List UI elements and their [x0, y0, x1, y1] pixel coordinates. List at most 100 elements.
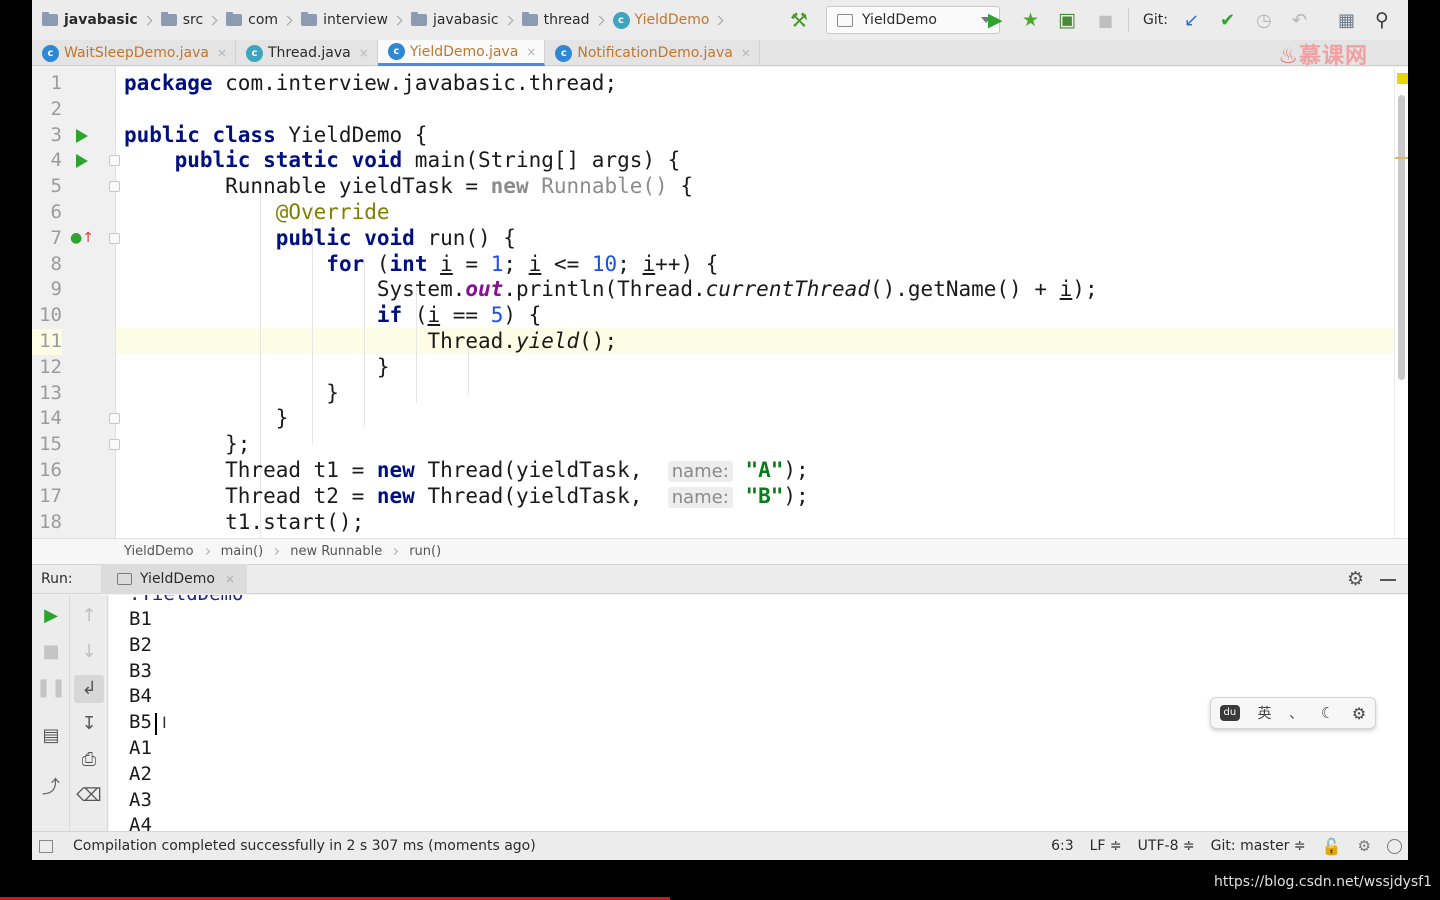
inspection-status-icon[interactable]: [1397, 73, 1408, 84]
crumb-src[interactable]: src: [160, 0, 203, 40]
line-separator-select[interactable]: LF ≑: [1090, 838, 1122, 854]
run-gutter-icon[interactable]: [76, 123, 88, 143]
lock-icon[interactable]: 🔓: [1322, 837, 1342, 856]
run-config-label: YieldDemo: [862, 12, 937, 28]
class-icon: c: [387, 43, 405, 60]
fold-icon[interactable]: [109, 155, 120, 166]
tab-waitsleepdemo[interactable]: c WaitSleepDemo.java ×: [32, 40, 236, 66]
search-icon[interactable]: ⚲: [1375, 0, 1389, 40]
chevron-right-icon: [392, 15, 403, 25]
breadcrumb-item[interactable]: run(): [409, 544, 441, 559]
code-line: Thread t2 = new Thread(yieldTask, name: …: [124, 483, 809, 508]
debug-icon[interactable]: ★: [1022, 0, 1039, 40]
gear-icon[interactable]: ⚙: [1352, 704, 1366, 723]
line-number: 4: [50, 149, 62, 172]
tab-yielddemo[interactable]: c YieldDemo.java ×: [377, 40, 546, 66]
tab-notificationdemo[interactable]: c NotificationDemo.java ×: [545, 40, 760, 66]
code-line: Thread t1 = new Thread(yieldTask, name: …: [124, 458, 809, 482]
soft-wrap-icon[interactable]: ↲: [74, 675, 104, 703]
run-configuration-select[interactable]: YieldDemo: [826, 6, 1000, 34]
code-line: System.out.println(Thread.currentThread(…: [124, 277, 1098, 302]
coverage-icon[interactable]: ▣: [1058, 0, 1076, 40]
class-icon: c: [555, 44, 573, 62]
line-number: 17: [39, 484, 62, 507]
status-bar: Compilation completed successfully in 2 …: [32, 831, 1408, 860]
pin-icon[interactable]: ⤴: [32, 773, 70, 799]
run-icon[interactable]: ▶: [988, 0, 1003, 40]
history-icon[interactable]: ◷: [1256, 0, 1272, 40]
code-line: public static void main(String[] args) {: [174, 148, 681, 173]
warning-marker[interactable]: [1395, 157, 1408, 159]
run-tab-yielddemo[interactable]: YieldDemo ×: [101, 564, 247, 594]
stop-icon[interactable]: ■: [32, 641, 70, 662]
git-update-icon[interactable]: ↙: [1184, 0, 1199, 40]
console-line: B1: [129, 608, 152, 630]
crumb-com[interactable]: com: [226, 0, 278, 40]
close-icon[interactable]: ×: [225, 572, 235, 586]
scroll-to-end-icon[interactable]: ↧: [70, 713, 108, 734]
git-commit-icon[interactable]: ✔: [1220, 0, 1235, 40]
close-icon[interactable]: ×: [359, 46, 369, 60]
notifications-icon[interactable]: [1387, 838, 1402, 854]
close-icon[interactable]: ×: [741, 46, 751, 60]
breadcrumb-item[interactable]: new Runnable: [290, 544, 382, 559]
tab-thread[interactable]: c Thread.java ×: [236, 40, 378, 66]
ime-logo-icon[interactable]: du: [1219, 705, 1240, 721]
code-breadcrumb: YieldDemo main() new Runnable run(): [32, 538, 1408, 564]
code-line: }: [124, 380, 339, 405]
ime-mode-toggle[interactable]: 英: [1257, 703, 1271, 723]
restore-layout-icon[interactable]: ▤: [32, 725, 70, 746]
crumb-project[interactable]: javabasic: [42, 0, 138, 40]
inspector-icon[interactable]: ⚙: [1358, 837, 1371, 855]
project-structure-icon[interactable]: ▦: [1338, 0, 1355, 40]
crumb-thread[interactable]: thread: [521, 0, 590, 40]
folder-icon: [410, 12, 427, 26]
arrow-down-icon[interactable]: ↓: [70, 641, 108, 662]
rerun-icon[interactable]: ▶: [32, 605, 70, 626]
navigation-bar: javabasic src com interview javabasic th…: [32, 0, 1408, 40]
pause-icon[interactable]: ❚❚: [32, 677, 70, 698]
breadcrumb-item[interactable]: YieldDemo: [124, 544, 194, 559]
editor-scrollbar[interactable]: [1394, 67, 1408, 538]
hammer-icon[interactable]: ⚒: [790, 0, 808, 40]
fold-icon[interactable]: [109, 439, 120, 450]
moon-icon[interactable]: ☾: [1321, 704, 1334, 722]
console-toolbar: ↑ ↓ ↲ ↧ ⎙ ⌫: [70, 595, 108, 831]
caret-position[interactable]: 6:3: [1051, 838, 1074, 854]
console-line: B4: [129, 685, 152, 708]
console-line: A2: [129, 762, 152, 785]
code-line: public void run() {: [275, 225, 516, 250]
code-line: };: [124, 432, 251, 457]
breadcrumb-item[interactable]: main(): [221, 544, 264, 559]
git-branch-select[interactable]: Git: master ≑: [1211, 838, 1306, 854]
code-editor[interactable]: 1 2 3 4 5 6 7 8 9 10 11 12 13 14 15 16 1…: [32, 67, 1408, 538]
run-gutter-icon[interactable]: [76, 148, 88, 169]
crumb-yielddemo[interactable]: c YieldDemo: [612, 0, 709, 40]
stop-icon[interactable]: ■: [1098, 0, 1113, 40]
close-icon[interactable]: ×: [217, 46, 227, 60]
close-icon[interactable]: ×: [526, 45, 536, 59]
minimize-icon[interactable]: [1380, 579, 1396, 581]
crumb-interview[interactable]: interview: [301, 0, 388, 40]
revert-icon[interactable]: ↶: [1292, 0, 1307, 40]
code-line: package com.interview.javabasic.thread;: [124, 71, 618, 95]
class-icon: c: [246, 44, 263, 62]
arrow-up-icon[interactable]: ↑: [70, 605, 108, 626]
ime-punctuation-toggle[interactable]: 、: [1289, 703, 1303, 723]
fold-icon[interactable]: [109, 413, 120, 424]
app-icon: [837, 13, 853, 27]
line-number: 8: [50, 252, 62, 275]
crumb-javabasic[interactable]: javabasic: [410, 0, 499, 40]
print-icon[interactable]: ⎙: [70, 749, 108, 770]
folder-icon: [521, 12, 538, 26]
encoding-select[interactable]: UTF-8 ≑: [1138, 838, 1195, 854]
tool-window-toggle-icon[interactable]: [39, 839, 53, 853]
code-area[interactable]: package com.interview.javabasic.thread; …: [124, 67, 1394, 538]
gear-icon[interactable]: ⚙: [1347, 568, 1364, 590]
override-gutter-icon[interactable]: ●↑: [70, 226, 94, 252]
trash-icon[interactable]: ⌫: [70, 785, 108, 806]
fold-icon[interactable]: [109, 181, 120, 192]
fold-icon[interactable]: [109, 233, 120, 244]
scrollbar-thumb[interactable]: [1398, 95, 1405, 380]
ide-window: javabasic src com interview javabasic th…: [32, 0, 1408, 860]
